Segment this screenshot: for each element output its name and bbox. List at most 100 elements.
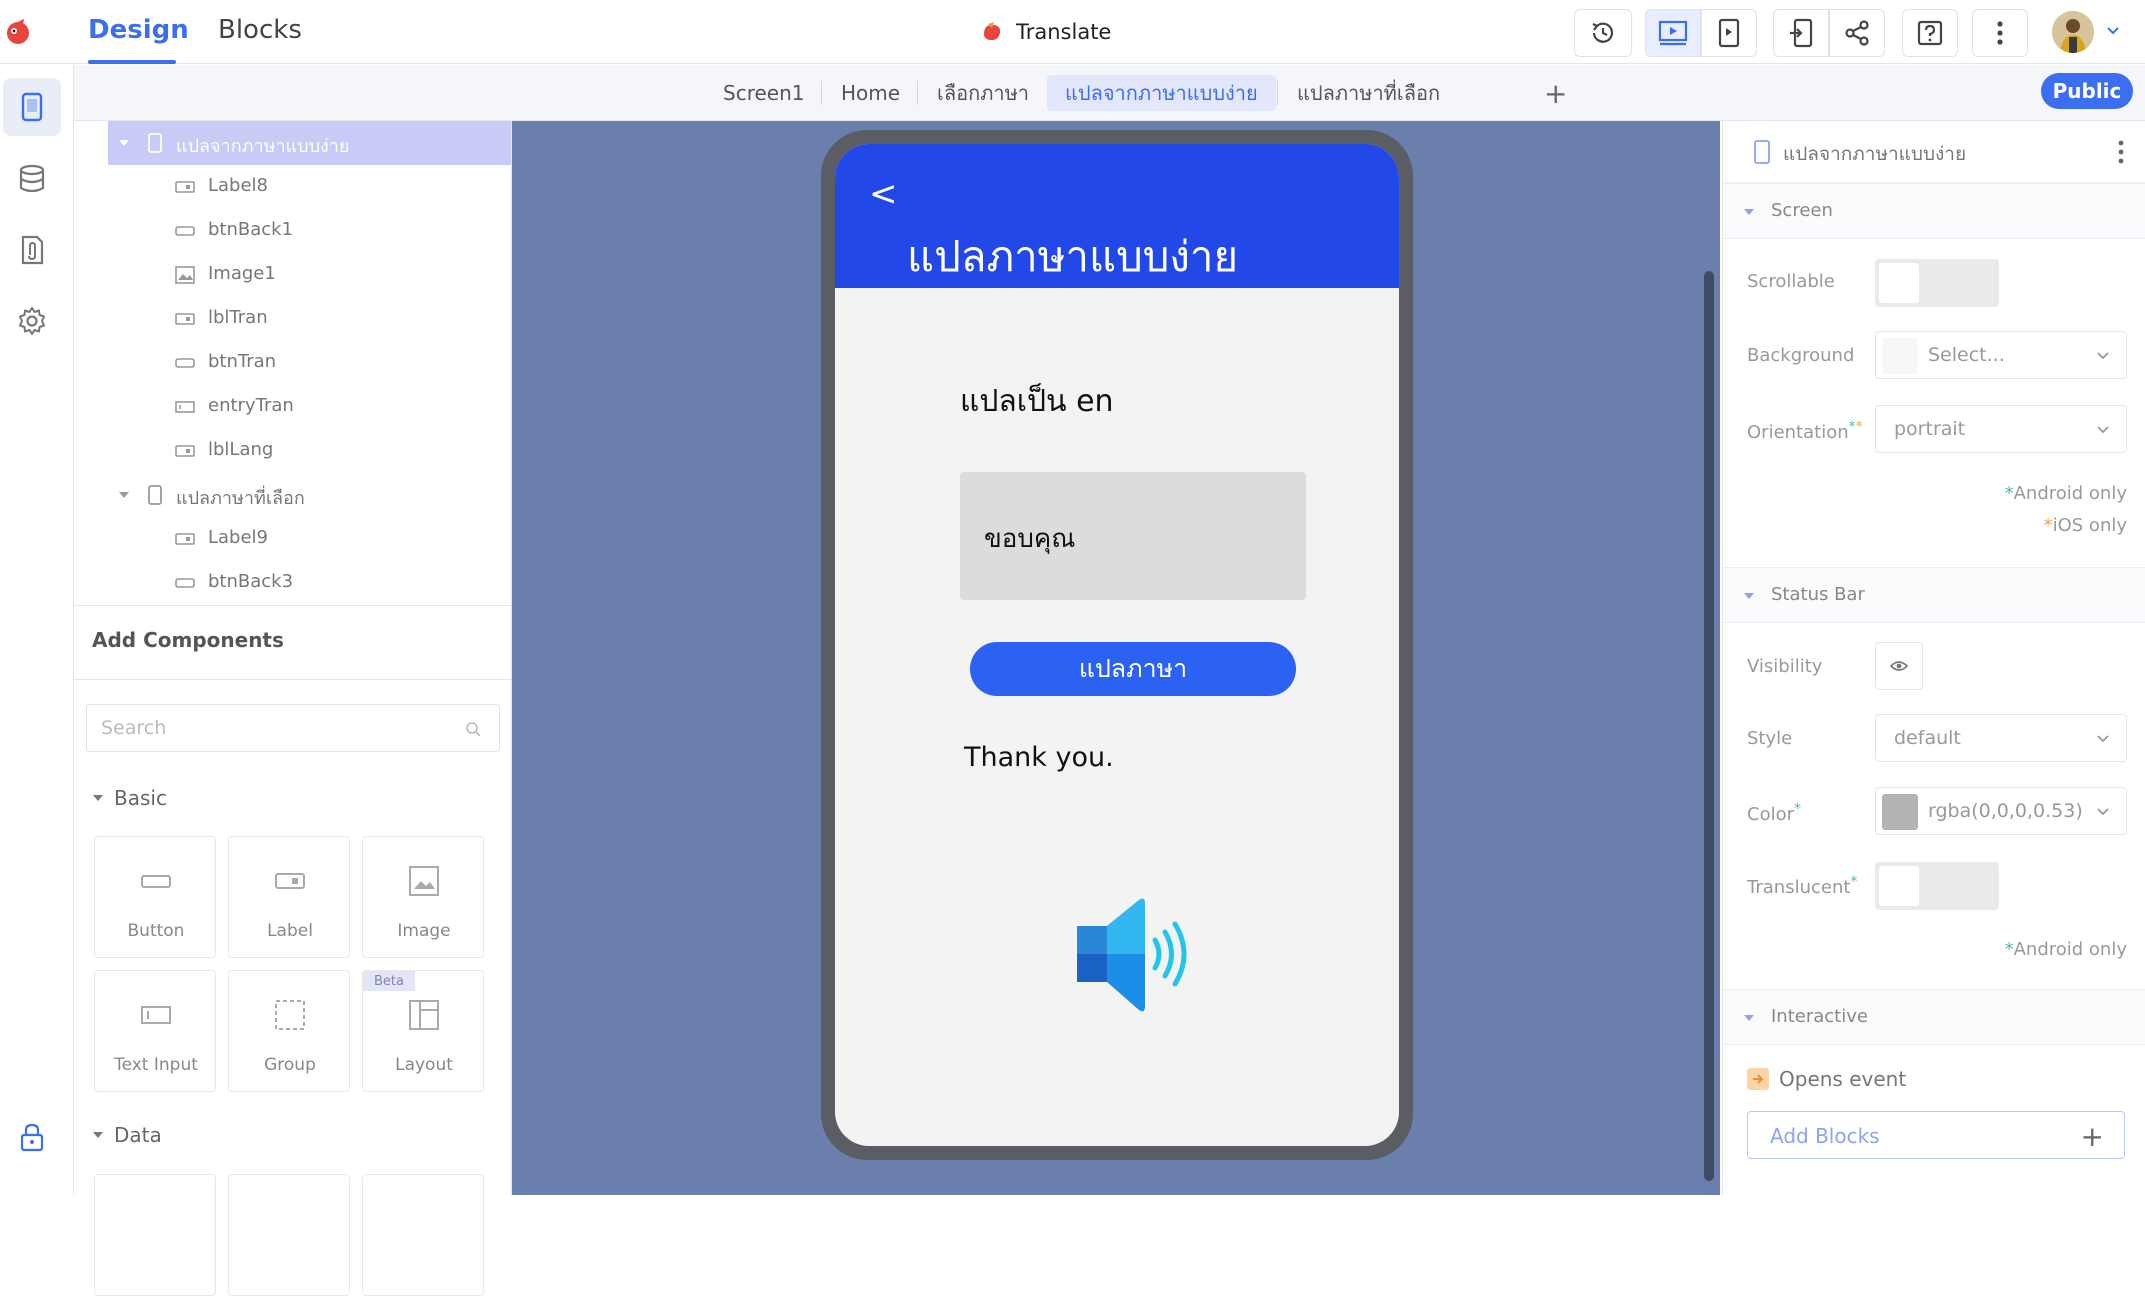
tree-item[interactable]: btnBack3 [74, 561, 511, 605]
lock-icon [20, 1123, 44, 1152]
component-card[interactable] [228, 1174, 350, 1296]
color-select[interactable]: rgba(0,0,0,0.53) [1875, 787, 2127, 835]
layout-icon [409, 1000, 439, 1030]
active-tab-indicator [88, 60, 176, 64]
phone-icon [21, 92, 43, 122]
add-blocks-button[interactable]: Add Blocks + [1747, 1111, 2125, 1159]
speaker-icon[interactable] [1075, 896, 1191, 1014]
tab-home[interactable]: Home [823, 75, 918, 111]
public-button[interactable]: Public [2041, 73, 2133, 109]
search-icon[interactable] [465, 721, 481, 737]
component-text-input[interactable]: Text Input [94, 970, 216, 1092]
settings-rail-button[interactable] [3, 292, 61, 350]
chevron-down-icon [2097, 352, 2109, 360]
interactive-section-header[interactable]: Interactive [1723, 989, 2145, 1045]
tab-translate-selected[interactable]: แปลภาษาที่เลือก [1279, 75, 1458, 111]
more-menu-button[interactable] [1972, 9, 2028, 57]
phone-preview-button[interactable] [1701, 9, 1757, 57]
help-icon [1917, 20, 1943, 46]
lbl-tran[interactable]: Thank you. [964, 742, 1114, 773]
button-icon [175, 578, 195, 588]
add-screen-button[interactable]: + [1544, 77, 1567, 110]
screen-header-bar: < แปลภาษาแบบง่าย [835, 144, 1399, 288]
history-button[interactable] [1574, 9, 1632, 57]
tree-item[interactable]: lblTran [74, 297, 511, 341]
tree-item[interactable]: btnTran [74, 341, 511, 385]
screen-section-header[interactable]: Screen [1723, 183, 2145, 239]
tab-screen1[interactable]: Screen1 [705, 75, 822, 111]
media-rail-button[interactable] [3, 221, 61, 279]
scrollable-label: Scrollable [1747, 271, 1835, 292]
help-button[interactable] [1902, 9, 1958, 57]
tree-item[interactable]: Label9 [74, 517, 511, 561]
interactive-section-label: Interactive [1771, 1006, 1868, 1027]
app-logo-icon[interactable] [4, 18, 32, 46]
add-blocks-label: Add Blocks [1770, 1124, 1880, 1148]
tree-item[interactable]: entryTran [74, 385, 511, 429]
caret-down-icon[interactable] [118, 489, 130, 501]
btn-tran[interactable]: แปลภาษา [970, 642, 1296, 696]
text-input-icon [141, 1006, 171, 1024]
ios-only-text: iOS only [2052, 515, 2127, 536]
tab-blocks[interactable]: Blocks [218, 15, 302, 45]
color-label-text: Color [1747, 804, 1794, 825]
add-components-title: Add Components [92, 628, 284, 652]
tab-select-language[interactable]: เลือกภาษา [919, 75, 1047, 111]
back-button[interactable]: < [869, 174, 898, 214]
opens-event-row[interactable]: Opens event [1747, 1067, 1906, 1091]
tree-item[interactable]: btnBack1 [74, 209, 511, 253]
more-icon[interactable] [2117, 139, 2125, 165]
screen-tab-bar: Screen1 Home เลือกภาษา แปลจากภาษาแบบง่าย… [74, 65, 2145, 121]
tree-item[interactable]: Label8 [74, 165, 511, 209]
canvas-scrollbar[interactable] [1704, 271, 1714, 1181]
translucent-toggle[interactable] [1875, 862, 1999, 910]
entry-tran[interactable]: ขอบคุณ [960, 472, 1306, 600]
component-label: Text Input [114, 1055, 198, 1075]
lock-rail-button[interactable] [3, 1108, 61, 1166]
background-select[interactable]: Select... [1875, 331, 2127, 379]
export-button[interactable] [1773, 9, 1829, 57]
screens-rail-button[interactable] [3, 78, 61, 136]
button-icon [175, 226, 195, 236]
tab-design[interactable]: Design [88, 15, 189, 45]
more-icon [1997, 21, 2003, 45]
component-card[interactable] [94, 1174, 216, 1296]
phone-preview-icon [1718, 18, 1740, 48]
lbl-lang[interactable]: แปลเป็น en [960, 378, 1114, 425]
component-layout[interactable]: Beta Layout [362, 970, 484, 1092]
caret-down-icon[interactable] [118, 137, 130, 149]
image-icon [175, 266, 195, 284]
component-label[interactable]: Label [228, 836, 350, 958]
share-button[interactable] [1829, 9, 1885, 57]
basic-section-header[interactable]: Basic [92, 786, 167, 810]
user-avatar-icon [2052, 11, 2094, 53]
status-bar-section-header[interactable]: Status Bar [1723, 567, 2145, 623]
tree-item[interactable]: lblLang [74, 429, 511, 473]
component-search-input[interactable] [101, 715, 441, 741]
component-button[interactable]: Button [94, 836, 216, 958]
database-rail-button[interactable] [3, 150, 61, 208]
data-section-header[interactable]: Data [92, 1123, 162, 1147]
tree-screen-translate-selected[interactable]: แปลภาษาที่เลือก [74, 473, 511, 517]
selected-component-name: แปลจากภาษาแบบง่าย [1783, 143, 1967, 165]
left-icon-rail [0, 64, 74, 1195]
style-select[interactable]: default [1875, 714, 2127, 762]
avatar[interactable] [2052, 11, 2094, 53]
component-card[interactable] [362, 1174, 484, 1296]
phone-icon [1754, 140, 1770, 164]
phone-screen[interactable]: < แปลภาษาแบบง่าย แปลเป็น en ขอบคุณ แปลภา… [835, 144, 1399, 1146]
chevron-down-icon[interactable] [2106, 24, 2120, 38]
data-section-label: Data [114, 1123, 162, 1147]
component-image[interactable]: Image [362, 836, 484, 958]
component-group[interactable]: Group [228, 970, 350, 1092]
preview-button[interactable] [1645, 9, 1701, 57]
tab-simple-translate[interactable]: แปลจากภาษาแบบง่าย [1047, 75, 1276, 111]
orientation-label-text: Orientation [1747, 422, 1849, 443]
visibility-toggle[interactable] [1875, 642, 1923, 690]
tree-screen-simple-translate[interactable]: แปลจากภาษาแบบง่าย [108, 121, 511, 165]
android-only-note: *Android only [2004, 939, 2127, 960]
orientation-select[interactable]: portrait [1875, 405, 2127, 453]
tree-item[interactable]: Image1 [74, 253, 511, 297]
label-icon [175, 181, 195, 193]
scrollable-toggle[interactable] [1875, 259, 1999, 307]
